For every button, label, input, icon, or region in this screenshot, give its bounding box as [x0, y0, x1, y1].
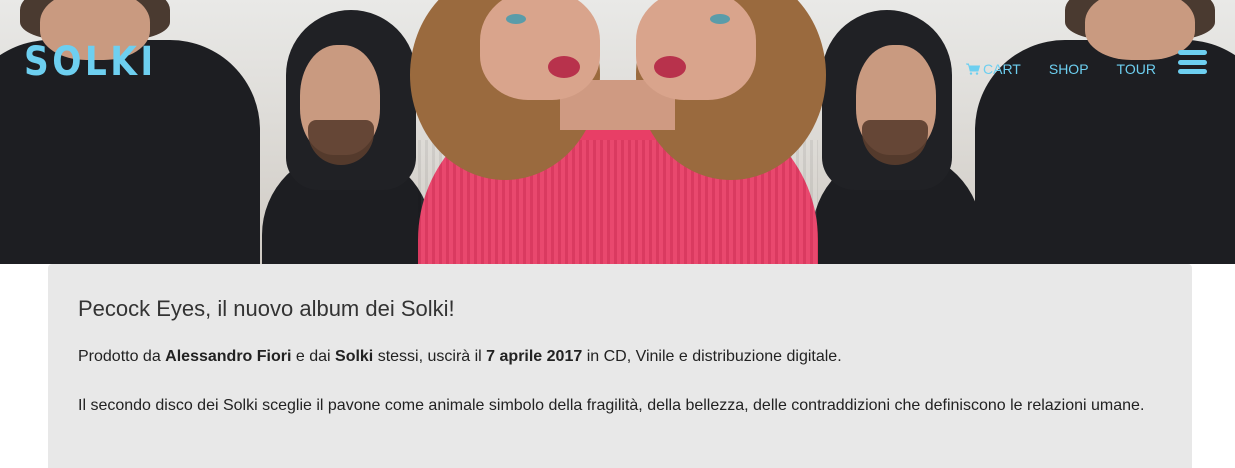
shopping-cart-icon	[966, 63, 980, 75]
singer-eye	[506, 14, 526, 24]
singer-lips	[654, 56, 686, 78]
text: Prodotto da	[78, 348, 166, 366]
cart-label: CART	[983, 61, 1021, 77]
cart-link[interactable]: CART	[966, 61, 1021, 77]
text: stessi, uscirà il	[373, 348, 487, 366]
site-logo[interactable]: SOLKI	[24, 42, 157, 82]
menu-bar	[1178, 50, 1207, 55]
producer-name: Alessandro Fiori	[165, 348, 292, 366]
singer-face	[636, 0, 756, 100]
tour-link[interactable]: TOUR	[1117, 61, 1156, 77]
article-title: Pecock Eyes, il nuovo album dei Solki!	[78, 296, 455, 321]
main-nav: CART SHOP TOUR	[966, 61, 1156, 77]
hero-banner	[0, 0, 1235, 264]
menu-bar	[1178, 69, 1207, 74]
tour-label: TOUR	[1116, 61, 1156, 77]
article-paragraph-1: Prodotto da Alessandro Fiori e dai Solki…	[78, 346, 1162, 368]
text: in CD, Vinile e distribuzione digitale.	[582, 348, 842, 366]
band-name: Solki	[335, 348, 374, 366]
text: e dai	[291, 348, 336, 366]
singer-eye	[710, 14, 730, 24]
release-date: 7 aprile 2017	[486, 348, 583, 366]
shop-label: SHOP	[1048, 61, 1089, 77]
shop-link[interactable]: SHOP	[1049, 61, 1089, 77]
article-card: Pecock Eyes, il nuovo album dei Solki! P…	[48, 264, 1192, 468]
singer-face	[480, 0, 600, 100]
hamburger-menu-icon[interactable]	[1178, 50, 1207, 74]
singer-lips	[548, 56, 580, 78]
article-paragraph-2: Il secondo disco dei Solki sceglie il pa…	[78, 397, 1145, 415]
menu-bar	[1178, 59, 1207, 65]
